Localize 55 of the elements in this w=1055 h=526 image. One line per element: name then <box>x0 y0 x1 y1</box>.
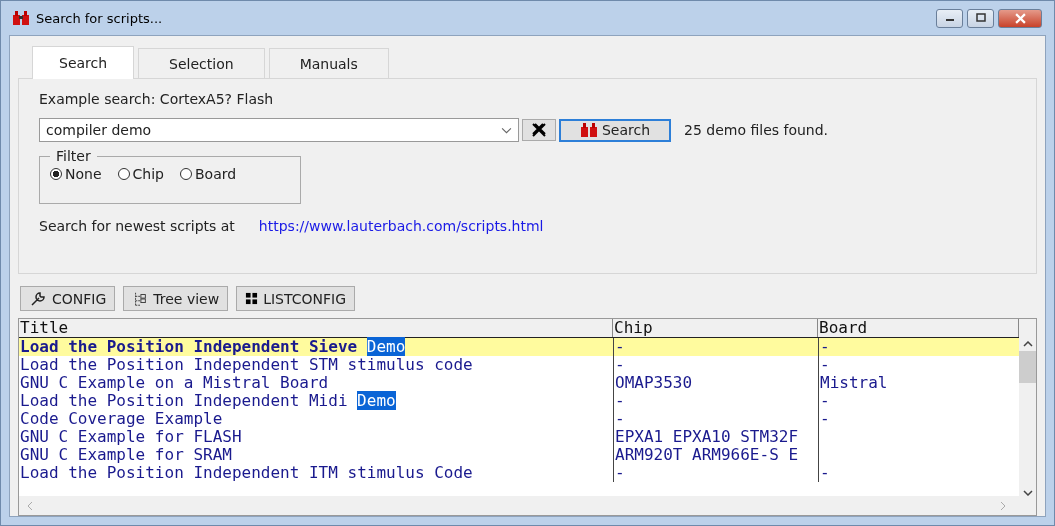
table-cell[interactable]: EPXA1 EPXA10 STM32F <box>613 428 818 446</box>
table-cell[interactable]: - <box>613 410 818 428</box>
table-cell[interactable]: - <box>613 338 818 356</box>
scripts-link[interactable]: https://www.lauterbach.com/scripts.html <box>258 218 544 234</box>
scroll-thumb[interactable] <box>1019 351 1036 383</box>
info-text: Search for newest scripts at <box>39 218 235 234</box>
window-title: Search for scripts... <box>36 10 163 26</box>
tab[interactable]: Selection <box>138 48 265 78</box>
scroll-down-icon <box>1022 490 1033 496</box>
scroll-left-icon <box>27 500 33 511</box>
binoculars-icon <box>12 10 30 26</box>
binoculars-icon <box>579 122 598 138</box>
filter-legend: Filter <box>50 148 97 164</box>
close-button[interactable] <box>998 8 1042 28</box>
scroll-right-icon <box>1000 500 1006 511</box>
example-text: Example search: CortexA5? Flash <box>39 91 275 107</box>
table-cell[interactable]: - <box>613 464 818 482</box>
column-header[interactable]: Chip <box>613 319 818 337</box>
tab[interactable]: Search <box>32 46 135 79</box>
table-cell[interactable]: Load the Position Independent ITM stimulus Code <box>19 464 613 482</box>
table-cell[interactable]: GNU C Example for SRAM <box>19 446 613 464</box>
table-cell[interactable]: Load the Position Independent Sieve Demo <box>19 338 613 356</box>
table-cell[interactable]: Load the Position Independent STM stimulus code <box>19 356 613 374</box>
close-icon <box>1014 12 1026 24</box>
table-cell[interactable]: Code Coverage Example <box>19 410 613 428</box>
radio-option[interactable]: None <box>50 166 102 182</box>
table-cell[interactable]: OMAP3530 <box>613 374 818 392</box>
vertical-scrollbar[interactable] <box>1019 319 1036 496</box>
table-cell[interactable]: - <box>613 392 818 410</box>
cross-icon <box>531 122 547 138</box>
table-cell[interactable]: GNU C Example on a Mistral Board <box>19 374 613 392</box>
table-cell[interactable]: GNU C Example for FLASH <box>19 428 613 446</box>
toolbar-button[interactable]: LISTCONFIG <box>236 286 356 311</box>
radio-option[interactable]: Chip <box>117 166 164 182</box>
table-cell[interactable]: - <box>818 338 1019 356</box>
radio-option[interactable]: Board <box>179 166 237 182</box>
grid-icon <box>245 292 259 305</box>
tab[interactable]: Manuals <box>268 48 389 78</box>
horizontal-scrollbar[interactable] <box>19 496 1036 515</box>
search-field[interactable]: compiler demo <box>39 118 519 142</box>
maximize-button[interactable] <box>967 8 994 28</box>
scroll-up-icon <box>1022 341 1033 347</box>
clear-button[interactable] <box>522 119 556 141</box>
search-button[interactable]: Search <box>559 118 671 142</box>
table-cell[interactable]: - <box>613 356 818 374</box>
minimize-button[interactable] <box>936 8 963 28</box>
tree-icon <box>132 290 149 307</box>
maximize-icon <box>975 13 986 23</box>
table-cell[interactable]: Load the Position Independent Midi Demo <box>19 392 613 410</box>
chevron-down-icon <box>501 126 512 134</box>
table-cell[interactable]: ARM920T ARM966E-S E <box>613 446 818 464</box>
toolbar-button[interactable]: CONFIG <box>20 286 116 311</box>
toolbar-button[interactable]: Tree view <box>123 286 229 311</box>
result-text: 25 demo files found. <box>684 122 829 138</box>
wrench-icon <box>29 289 47 308</box>
